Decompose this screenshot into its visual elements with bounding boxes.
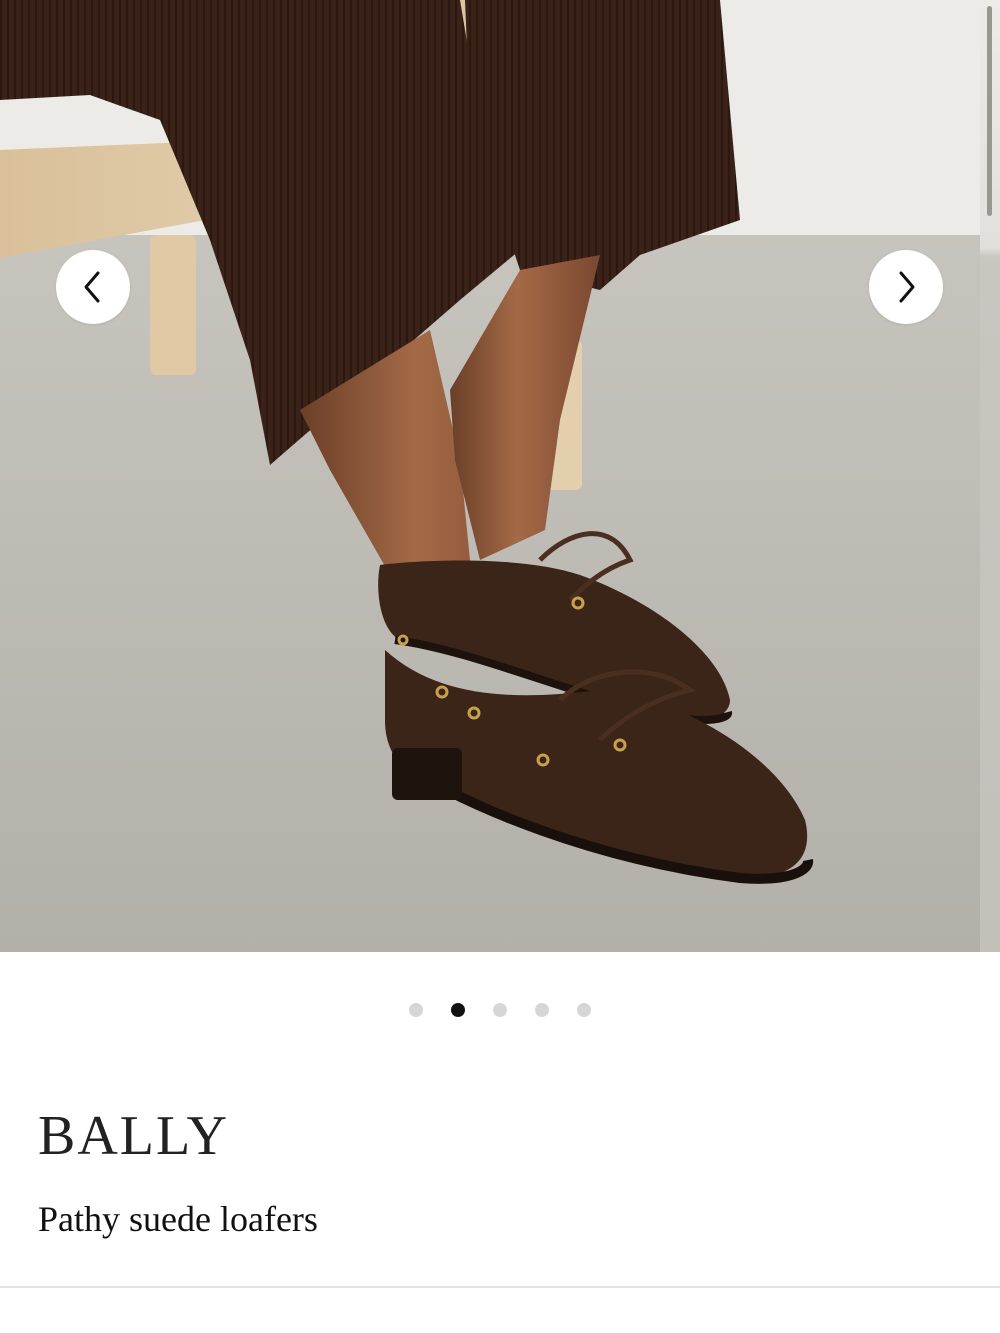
gallery-dot-4[interactable] — [535, 1003, 549, 1017]
product-image-gallery[interactable] — [0, 0, 980, 952]
scrollbar-thumb[interactable] — [987, 6, 992, 216]
section-divider — [0, 1286, 1000, 1288]
product-title: Pathy suede loafers — [38, 1199, 318, 1239]
product-page: BALLY Pathy suede loafers — [0, 0, 1000, 1333]
gallery-dot-3[interactable] — [493, 1003, 507, 1017]
next-image-button[interactable] — [869, 250, 943, 324]
chevron-right-icon — [899, 271, 915, 303]
product-image — [0, 0, 980, 952]
previous-image-button[interactable] — [56, 250, 130, 324]
gallery-pagination-dots — [0, 1003, 1000, 1017]
chevron-left-icon — [84, 271, 100, 303]
gallery-dot-5[interactable] — [577, 1003, 591, 1017]
gallery-dot-1[interactable] — [409, 1003, 423, 1017]
gallery-dot-2[interactable] — [451, 1003, 465, 1017]
product-brand[interactable]: BALLY — [38, 1108, 229, 1164]
